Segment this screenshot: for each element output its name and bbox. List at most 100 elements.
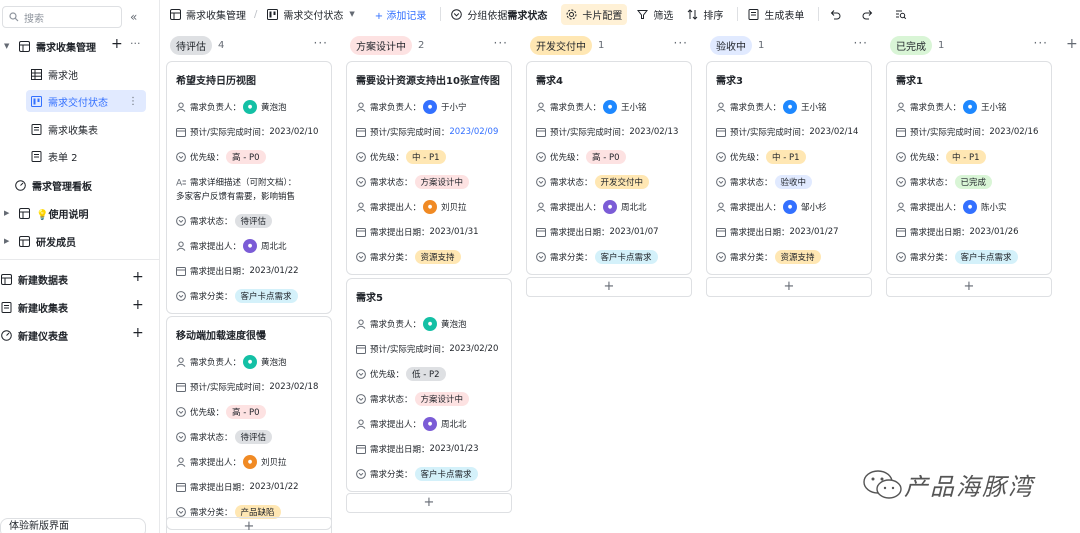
avatar: ●: [423, 99, 438, 114]
column-status-tag: 开发交付中: [530, 35, 592, 55]
priority-tag: 高 - P0: [586, 149, 626, 164]
generate-form-button[interactable]: 生成表单: [748, 7, 804, 22]
redo-icon[interactable]: [862, 9, 879, 20]
select-field-icon: [536, 251, 546, 262]
field-label: 需求提出人：: [190, 457, 242, 468]
add-card-button[interactable]: +: [886, 277, 1052, 297]
field-label: 需求分类：: [370, 469, 413, 480]
column-header[interactable]: 已完成 1 ···: [886, 34, 1054, 56]
undo-icon[interactable]: [829, 9, 846, 20]
field-label: 需求分类：: [550, 252, 593, 263]
date-row: 需求提出日期： 2023/01/31: [356, 219, 502, 244]
status-tag: 验收中: [774, 174, 813, 189]
toolbar-divider: [818, 7, 820, 21]
search-icon: [9, 12, 19, 22]
view-selector[interactable]: 需求交付状态 ▼: [267, 7, 355, 22]
priority-tag: 高 - P0: [226, 149, 266, 164]
sidebar-item-collect-form[interactable]: 需求收集表: [30, 118, 150, 140]
new-dashboard-button[interactable]: 新建仪表盘: [0, 324, 150, 346]
more-vertical-icon[interactable]: ⋮: [128, 96, 138, 107]
expand-triangle-icon[interactable]: ▼: [4, 42, 12, 50]
sidebar-item-dashboard[interactable]: 需求管理看板: [14, 174, 154, 196]
priority-row: 优先级：高 - P0: [536, 144, 682, 169]
table-name[interactable]: 需求收集管理: [170, 7, 246, 22]
field-label: 需求负责人：: [370, 319, 422, 330]
select-field-icon: [176, 215, 186, 226]
expand-triangle-icon[interactable]: ▶: [4, 209, 12, 217]
add-column-icon[interactable]: +: [1066, 36, 1078, 52]
form-icon: [0, 301, 12, 313]
record-card[interactable]: 需要设计资源支持出10张宣传图 需求负责人： ● 于小宁 预计/实际完成时间： 2023/…: [346, 61, 512, 275]
expand-triangle-icon[interactable]: ▶: [4, 237, 12, 245]
field-label: 需求详细描述（可附文档）：: [190, 177, 297, 188]
proposer-row: 需求提出人： ● 周北北: [356, 411, 502, 436]
add-card-button[interactable]: +: [706, 277, 872, 297]
column-more-icon[interactable]: ···: [314, 36, 328, 50]
dashboard-icon: [14, 179, 26, 191]
status-row: 需求状态： 开发交付中: [536, 169, 682, 194]
column-status-tag: 已完成: [890, 35, 932, 55]
add-record-button[interactable]: + 添加记录: [375, 7, 427, 22]
column-more-icon[interactable]: ···: [854, 36, 868, 50]
date-value: 2023/01/07: [609, 226, 659, 237]
new-dashboard-label: 新建仪表盘: [18, 331, 68, 343]
group-by-button[interactable]: 分组依据 需求状态: [451, 7, 547, 22]
plus-icon[interactable]: +: [132, 325, 144, 341]
person-field-icon: [176, 241, 186, 251]
field-label: 需求状态：: [190, 216, 233, 227]
avatar: ●: [783, 99, 798, 114]
search-records-icon[interactable]: [895, 9, 912, 20]
priority-tag: 中 - P1: [406, 149, 446, 164]
category-row: 需求分类： 客户卡点需求: [896, 244, 1042, 269]
column-more-icon[interactable]: ···: [494, 36, 508, 50]
add-card-button[interactable]: +: [526, 277, 692, 297]
avatar: ●: [423, 199, 438, 214]
add-view-icon[interactable]: +: [111, 36, 123, 52]
field-label: 预计/实际完成时间：: [910, 127, 990, 138]
record-card[interactable]: 移动端加载速度很慢 需求负责人： ● 黄泡泡 预计/实际完成时间： 2023/02/18 优…: [166, 316, 332, 530]
sidebar-item-instructions[interactable]: ▶ 💡使用说明: [4, 202, 154, 224]
proposer-name: 邹小杉: [801, 202, 827, 213]
new-table-button[interactable]: 新建数据表: [0, 268, 150, 290]
plus-icon[interactable]: +: [132, 297, 144, 313]
field-label: 优先级：: [730, 152, 765, 163]
search-input[interactable]: 搜索: [2, 6, 122, 28]
date-field-icon: [896, 227, 906, 237]
collapse-sidebar-icon[interactable]: «: [130, 10, 137, 24]
field-label: 预计/实际完成时间：: [370, 344, 450, 355]
category-tag: 客户卡点需求: [234, 288, 298, 303]
status-tag: 方案设计中: [414, 391, 470, 406]
column-more-icon[interactable]: ···: [1034, 36, 1048, 50]
sidebar-item-form-2[interactable]: 表单 2: [30, 145, 150, 167]
card-config-button[interactable]: 卡片配置: [561, 3, 628, 25]
record-card[interactable]: 需求1 需求负责人： ● 王小铭 预计/实际完成时间： 2023/02/16 优先级：中 -…: [886, 61, 1052, 275]
sidebar-item-delivery-status[interactable]: 需求交付状态 ⋮: [26, 90, 146, 112]
field-label: 需求提出人：: [190, 241, 242, 252]
column-more-icon[interactable]: ···: [674, 36, 688, 50]
more-icon[interactable]: ···: [130, 37, 141, 50]
new-ui-button[interactable]: 体验新版界面: [0, 518, 146, 533]
sidebar-item-rd-members[interactable]: ▶ 研发成员: [4, 230, 154, 252]
column-header[interactable]: 验收中 1 ···: [706, 34, 874, 56]
sort-button[interactable]: 排序: [687, 7, 723, 22]
sidebar-item-pool[interactable]: 需求池: [30, 63, 150, 85]
category-tag: 客户卡点需求: [594, 249, 658, 264]
proposer-row: 需求提出人： ● 刘贝拉: [356, 194, 502, 219]
add-card-button[interactable]: +: [346, 493, 512, 513]
column-count: 1: [598, 39, 605, 51]
gear-icon: [566, 9, 577, 19]
filter-button[interactable]: 筛选: [637, 7, 673, 22]
plus-icon[interactable]: +: [132, 269, 144, 285]
column-header[interactable]: 方案设计中 2 ···: [346, 34, 514, 56]
select-field-icon: [176, 290, 186, 301]
record-card[interactable]: 需求3 需求负责人： ● 王小铭 预计/实际完成时间： 2023/02/14 优先级：中 -…: [706, 61, 872, 275]
watermark-text: 产品海豚湾: [904, 473, 1034, 501]
column-header[interactable]: 待评估 4 ···: [166, 34, 334, 56]
record-card[interactable]: 希望支持日历视图 需求负责人： ● 黄泡泡 预计/实际完成时间： 2023/02/10 优先…: [166, 61, 332, 314]
new-form-button[interactable]: 新建收集表: [0, 296, 150, 318]
column-header[interactable]: 开发交付中 1 ···: [526, 34, 694, 56]
select-field-icon: [716, 176, 726, 187]
add-card-button[interactable]: +: [166, 517, 332, 533]
record-card[interactable]: 需求4 需求负责人： ● 王小铭 预计/实际完成时间： 2023/02/13 优先级：高 -…: [526, 61, 692, 275]
record-card[interactable]: 需求5 需求负责人： ● 黄泡泡 预计/实际完成时间： 2023/02/20 优先级：低 -…: [346, 278, 512, 492]
